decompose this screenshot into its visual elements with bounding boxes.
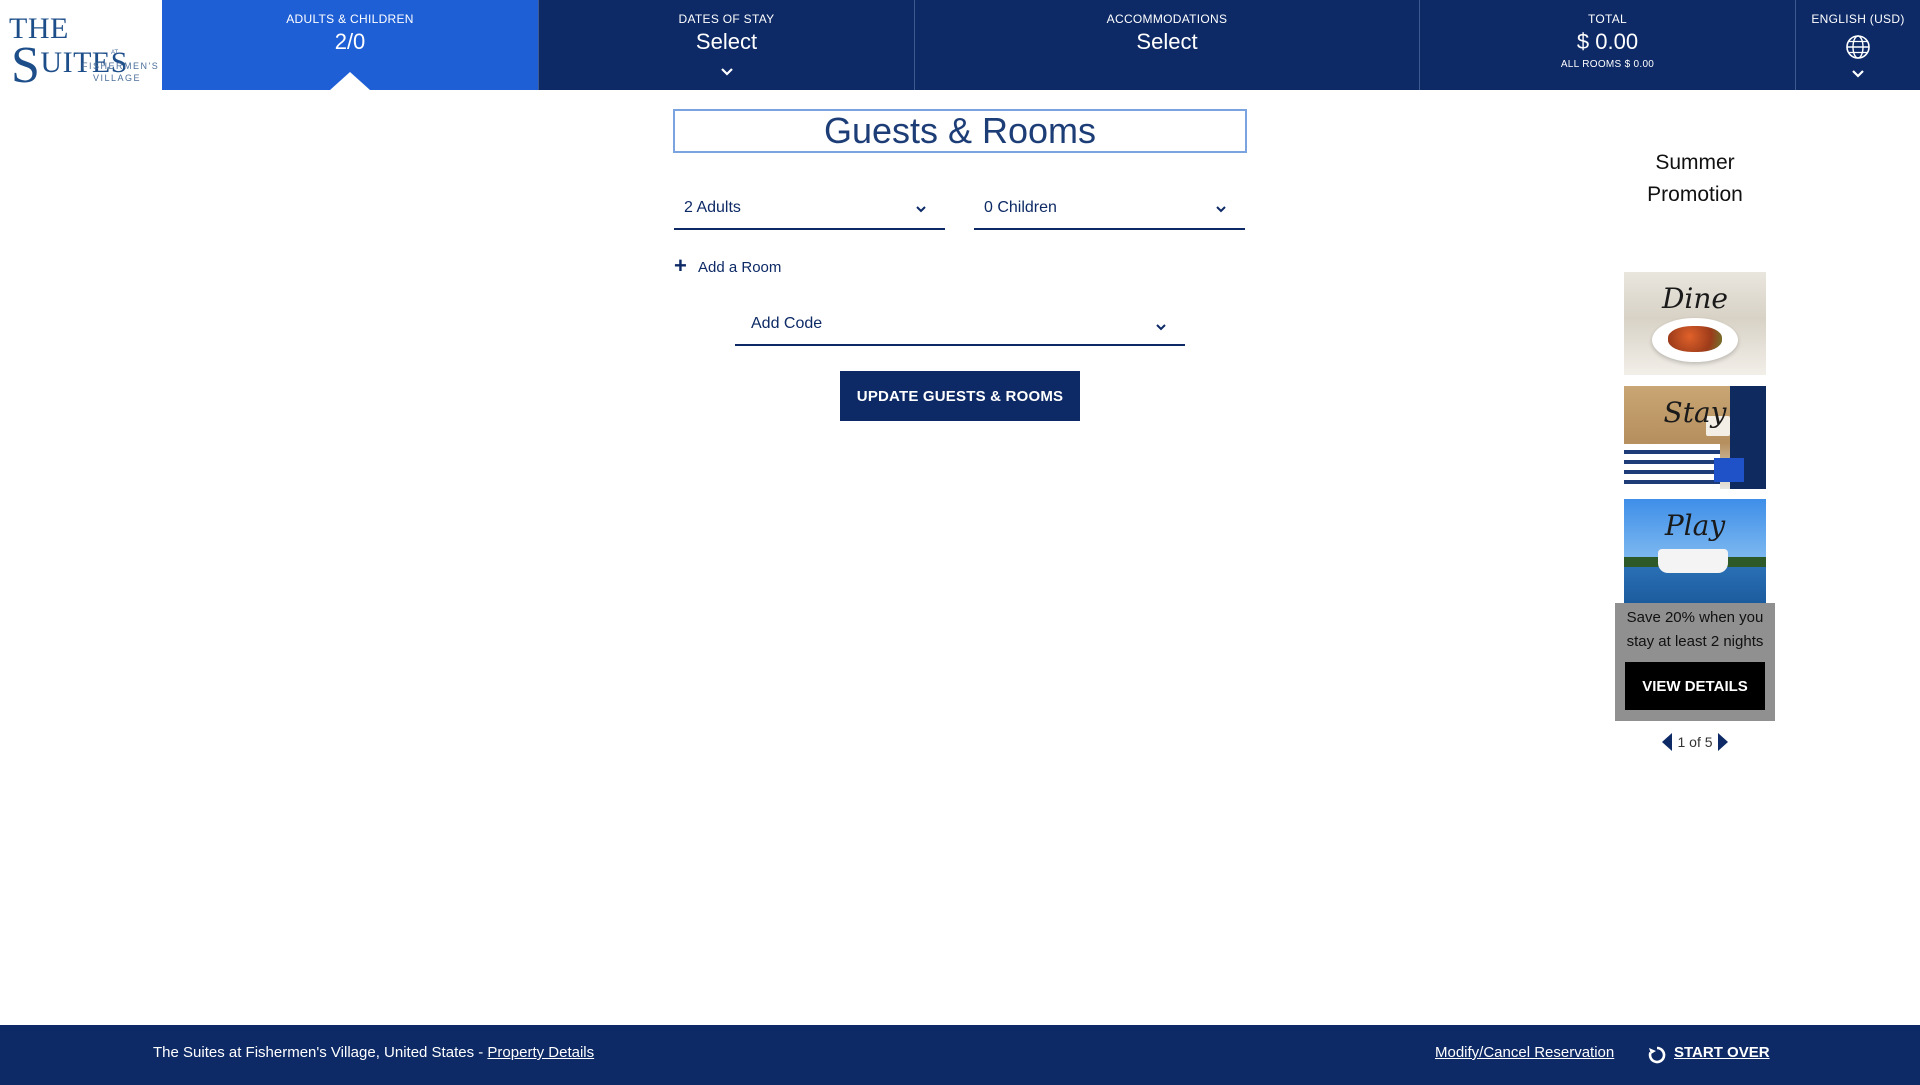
total-value: $ 0.00 (1576, 29, 1639, 54)
hotel-logo[interactable]: THE SUITES AT FISHERMEN'S VILLAGE (0, 0, 162, 92)
boat-graphic (1658, 549, 1728, 573)
property-name: The Suites at Fishermen's Village, Unite… (153, 1044, 488, 1061)
promo-image-stay[interactable]: Stay (1624, 386, 1766, 489)
accommodations-value: Select (1136, 29, 1198, 54)
chevron-down-icon (916, 206, 926, 213)
promo-tile-caption: Play (1664, 509, 1726, 542)
dates-label: DATES OF STAY (678, 12, 775, 26)
active-tab-indicator (330, 72, 370, 90)
promo-image-play[interactable]: Play (1624, 499, 1766, 603)
update-guests-rooms-button[interactable]: UPDATE GUESTS & ROOMS (840, 371, 1080, 421)
tab-accommodations[interactable]: ACCOMMODATIONS Select (915, 0, 1420, 90)
adults-children-value: 2/0 (334, 29, 366, 54)
add-code-label: Add Code (751, 315, 823, 332)
arrow-left-icon[interactable] (1662, 733, 1672, 751)
promo-tile-caption: Dine (1661, 282, 1728, 315)
accommodations-label: ACCOMMODATIONS (1106, 12, 1228, 26)
view-details-button[interactable]: VIEW DETAILS (1625, 662, 1765, 710)
promo-tile-caption: Stay (1663, 396, 1727, 429)
add-code-select[interactable]: Add Code (735, 306, 1185, 346)
globe-icon (1846, 35, 1870, 59)
page-footer: The Suites at Fishermen's Village, Unite… (0, 1025, 1920, 1085)
language-currency-selector[interactable]: ENGLISH (USD) (1796, 0, 1920, 90)
arrow-right-icon[interactable] (1718, 733, 1728, 751)
promo-title: Summer Promotion (1647, 151, 1743, 206)
start-over-link[interactable]: START OVER (1674, 1044, 1770, 1061)
chevron-down-icon (1156, 324, 1166, 331)
nightstand-graphic (1714, 458, 1744, 482)
adults-children-label: ADULTS & CHILDREN (286, 12, 414, 26)
adults-select[interactable]: 2 Adults (674, 190, 945, 230)
promo-pager: 1 of 5 (1660, 731, 1730, 753)
property-details-link[interactable]: Property Details (487, 1044, 594, 1061)
adults-select-value: 2 Adults (684, 199, 741, 216)
language-label: ENGLISH (USD) (1811, 12, 1905, 26)
booking-header: THE SUITES AT FISHERMEN'S VILLAGE ADULTS … (0, 0, 1920, 92)
chevron-down-icon (720, 68, 733, 76)
tab-adults-children[interactable]: ADULTS & CHILDREN 2/0 (162, 0, 539, 90)
promo-description: Save 20% when you stay at least 2 nights (1626, 609, 1764, 650)
promo-image-dine[interactable]: Dine (1624, 272, 1766, 375)
bed-graphic (1624, 444, 1720, 489)
logo-at: AT (111, 50, 119, 56)
modify-cancel-link[interactable]: Modify/Cancel Reservation (1435, 1044, 1614, 1061)
pager-count: 1 of 5 (1677, 734, 1713, 750)
footer-property-info: The Suites at Fishermen's Village, Unite… (153, 1044, 594, 1061)
dates-value: Select (695, 29, 758, 54)
logo-subtitle: FISHERMEN'S VILLAGE (82, 61, 160, 83)
total-all-rooms: ALL ROOMS $ 0.00 (1560, 59, 1655, 70)
restart-icon[interactable] (1646, 1044, 1668, 1066)
total-label: TOTAL (1587, 12, 1628, 26)
page-title: Guests & Rooms (673, 109, 1247, 153)
add-room-label: Add a Room (698, 259, 782, 276)
children-select-value: 0 Children (984, 199, 1057, 216)
plus-icon: + (674, 253, 687, 278)
children-select[interactable]: 0 Children (974, 190, 1245, 230)
tab-total[interactable]: TOTAL $ 0.00 ALL ROOMS $ 0.00 (1420, 0, 1796, 90)
chevron-down-icon (1216, 206, 1226, 213)
chevron-down-icon (1852, 70, 1864, 78)
tab-dates-of-stay[interactable]: DATES OF STAY Select (539, 0, 915, 90)
food-graphic (1668, 326, 1722, 352)
